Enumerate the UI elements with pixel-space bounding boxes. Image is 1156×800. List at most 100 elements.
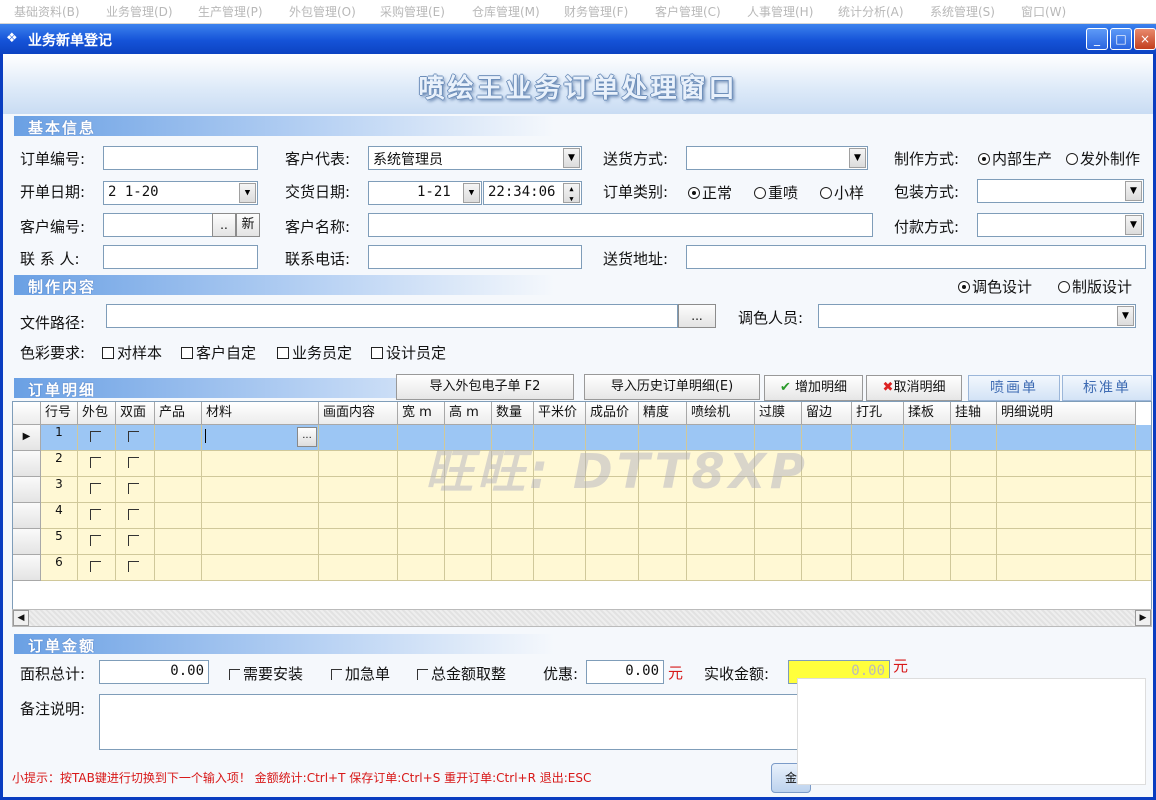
menu-item-outsource[interactable]: 外包管理(O) (289, 3, 356, 20)
cust-new-button[interactable]: 新 (236, 213, 260, 237)
chevron-down-icon[interactable]: ▼ (463, 183, 480, 203)
double-side-checkbox[interactable] (116, 477, 155, 503)
grid-cell[interactable] (534, 555, 586, 581)
outsource-checkbox[interactable] (78, 451, 116, 477)
column-header[interactable]: 宽 m (398, 402, 445, 425)
row-number[interactable]: 1 (41, 425, 78, 451)
menu-item-system[interactable]: 系统管理(S) (930, 3, 995, 20)
discount-field[interactable]: 0.00 (586, 660, 664, 684)
import-outsource-button[interactable]: 导入外包电子单 F2 (396, 374, 574, 400)
column-header[interactable]: 画面内容 (319, 402, 398, 425)
delivery-date-picker[interactable]: 1-21 ▼ (368, 181, 482, 205)
grid-cell[interactable] (687, 529, 755, 555)
grid-cell[interactable] (755, 529, 802, 555)
chevron-down-icon[interactable]: ▼ (1125, 181, 1142, 201)
import-history-button[interactable]: 导入历史订单明细(E) (584, 374, 760, 400)
order-type-reprint[interactable]: 重喷 (754, 182, 798, 203)
chevron-down-icon[interactable]: ▼ (563, 148, 580, 168)
install-checkbox[interactable]: 需要安装 (229, 663, 303, 684)
grid-cell[interactable] (852, 451, 904, 477)
grid-cell[interactable] (904, 477, 951, 503)
grid-cell[interactable] (155, 503, 202, 529)
grid-cell[interactable] (639, 555, 687, 581)
grid-cell[interactable] (202, 503, 319, 529)
grid-cell[interactable] (852, 555, 904, 581)
grid-cell[interactable] (155, 477, 202, 503)
grid-cell[interactable] (904, 451, 951, 477)
table-row[interactable]: 5 (13, 529, 1151, 555)
column-header[interactable]: 揉板 (904, 402, 951, 425)
grid-cell[interactable] (534, 503, 586, 529)
grid-cell[interactable] (951, 503, 997, 529)
scroll-right-icon[interactable]: ▶ (1135, 610, 1151, 626)
grid-cell[interactable] (997, 425, 1136, 451)
grid-cell[interactable] (802, 555, 852, 581)
grid-cell[interactable] (802, 477, 852, 503)
scroll-left-icon[interactable]: ◀ (13, 610, 29, 626)
grid-cell[interactable] (319, 451, 398, 477)
column-header[interactable]: 材料 (202, 402, 319, 425)
cust-rep-select[interactable]: 系统管理员 ▼ (368, 146, 582, 170)
column-header[interactable]: 平米价 (534, 402, 586, 425)
pay-select[interactable]: ▼ (977, 213, 1144, 237)
outsource-checkbox[interactable] (78, 555, 116, 581)
cell-browse-button[interactable]: ... (297, 427, 317, 447)
make-method-internal[interactable]: 内部生产 (978, 148, 1052, 169)
pack-select[interactable]: ▼ (977, 179, 1144, 203)
grid-cell[interactable] (904, 503, 951, 529)
make-method-external[interactable]: 发外制作 (1066, 148, 1140, 169)
cust-name-field[interactable] (368, 213, 873, 237)
tab-standard[interactable]: 标准单 (1062, 375, 1152, 401)
outsource-checkbox[interactable] (78, 529, 116, 555)
order-type-normal[interactable]: 正常 (688, 182, 732, 203)
tab-spray[interactable]: 喷画单 (968, 375, 1060, 401)
grid-cell[interactable] (492, 555, 534, 581)
grid-cell[interactable] (951, 451, 997, 477)
column-header[interactable]: 留边 (802, 402, 852, 425)
grid-cell[interactable] (904, 555, 951, 581)
column-header[interactable]: 外包 (78, 402, 116, 425)
design-color[interactable]: 调色设计 (958, 276, 1032, 297)
grid-cell[interactable] (997, 529, 1136, 555)
grid-cell[interactable] (586, 529, 639, 555)
file-browse-button[interactable]: ... (678, 304, 716, 328)
grid-cell[interactable] (534, 529, 586, 555)
column-header[interactable]: 双面 (116, 402, 155, 425)
grid-cell[interactable] (755, 503, 802, 529)
double-side-checkbox[interactable] (116, 555, 155, 581)
chevron-down-icon[interactable]: ▼ (1117, 306, 1134, 326)
menu-item-window[interactable]: 窗口(W) (1021, 3, 1066, 20)
menu-item-basic[interactable]: 基础资料(B) (14, 3, 80, 20)
grid-cell[interactable] (398, 529, 445, 555)
grid-cell[interactable] (852, 503, 904, 529)
grid-cell[interactable]: ... (202, 425, 319, 451)
grid-cell[interactable] (202, 555, 319, 581)
column-header[interactable]: 成品价 (586, 402, 639, 425)
grid-cell[interactable] (155, 425, 202, 451)
grid-cell[interactable] (445, 555, 492, 581)
area-field[interactable]: 0.00 (99, 660, 209, 684)
outsource-checkbox[interactable] (78, 425, 116, 451)
phone-field[interactable] (368, 245, 582, 269)
grid-cell[interactable] (951, 477, 997, 503)
close-button[interactable]: × (1134, 28, 1156, 50)
grid-cell[interactable] (319, 425, 398, 451)
row-number[interactable]: 5 (41, 529, 78, 555)
double-side-checkbox[interactable] (116, 425, 155, 451)
column-header[interactable]: 喷绘机 (687, 402, 755, 425)
file-path-field[interactable] (106, 304, 678, 328)
grid-cell[interactable] (951, 555, 997, 581)
menu-item-hr[interactable]: 人事管理(H) (747, 3, 813, 20)
column-header[interactable]: 高 m (445, 402, 492, 425)
grid-cell[interactable] (319, 477, 398, 503)
urgent-checkbox[interactable]: 加急单 (331, 663, 390, 684)
grid-cell[interactable] (904, 529, 951, 555)
color-req-sales[interactable]: 业务员定 (277, 342, 352, 363)
grid-cell[interactable] (155, 451, 202, 477)
menu-item-purchase[interactable]: 采购管理(E) (380, 3, 445, 20)
grid-cell[interactable] (997, 555, 1136, 581)
row-number[interactable]: 2 (41, 451, 78, 477)
delivery-time-field[interactable]: 22:34:06 ▲ ▼ (483, 181, 582, 205)
column-header[interactable]: 明细说明 (997, 402, 1136, 425)
grid-cell[interactable] (755, 555, 802, 581)
